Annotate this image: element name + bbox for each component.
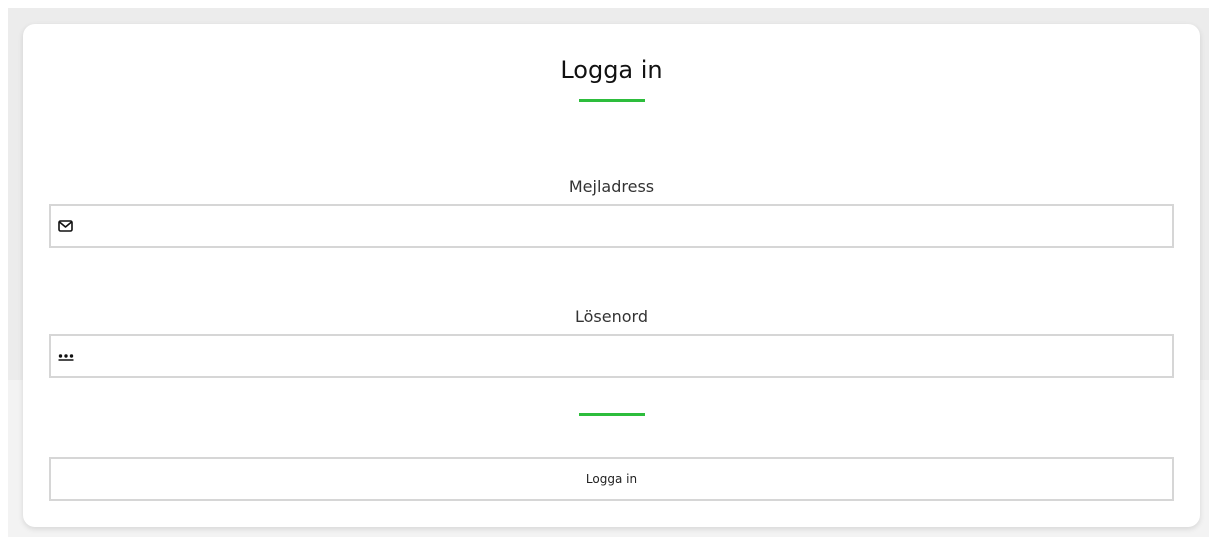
password-label: Lösenord (575, 307, 648, 326)
page-title: Logga in (560, 56, 663, 84)
email-input[interactable] (81, 206, 1172, 246)
envelope-icon (57, 218, 75, 234)
password-input[interactable] (81, 336, 1172, 376)
login-button[interactable]: Logga in (49, 457, 1174, 501)
login-card: Logga in Mejladress Lösenord Logga in (23, 24, 1200, 527)
password-field[interactable] (49, 334, 1174, 378)
form-divider (579, 413, 645, 416)
title-underline (579, 99, 645, 102)
email-field[interactable] (49, 204, 1174, 248)
password-dots-icon (57, 348, 75, 364)
email-label: Mejladress (568, 177, 655, 196)
